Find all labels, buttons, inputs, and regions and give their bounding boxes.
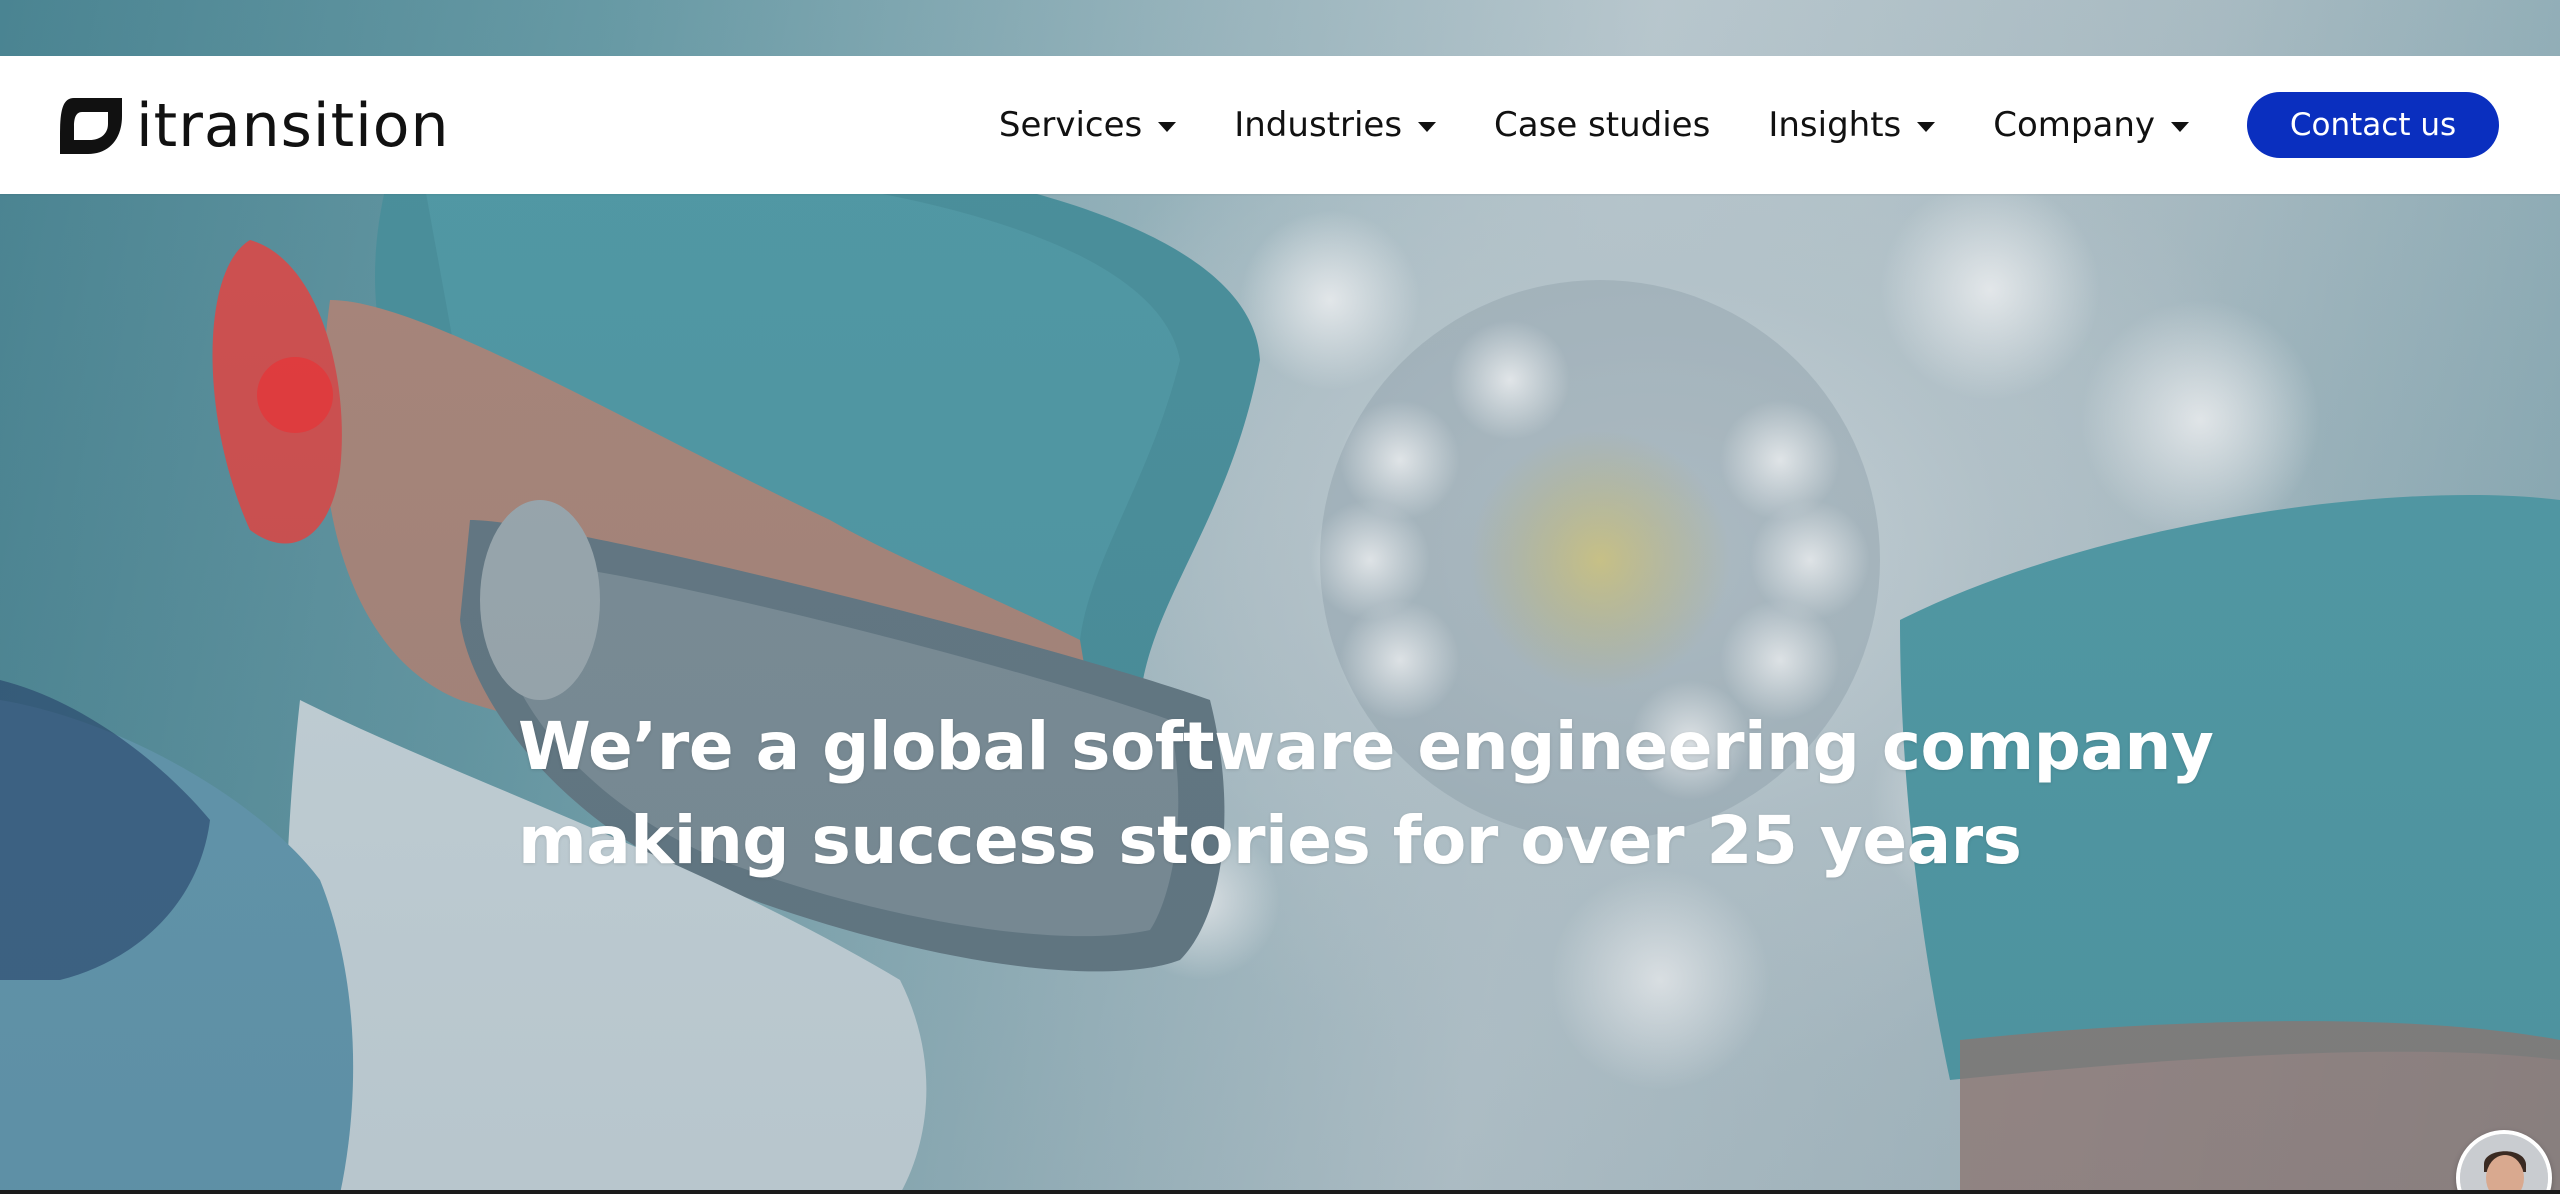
caret-down-icon <box>2171 122 2189 132</box>
caret-down-icon <box>1158 122 1177 132</box>
hero-headline-line-1: We’re a global software engineering comp… <box>518 708 2214 785</box>
nav-item-case-studies[interactable]: Case studies <box>1494 105 1710 145</box>
nav-item-industries[interactable]: Industries <box>1234 105 1437 145</box>
caret-down-icon <box>1917 122 1936 132</box>
main-navigation: Services Industries Case studies Insight… <box>999 56 2560 194</box>
hero-headline-line-2: making success stories for over 25 years <box>518 802 2022 879</box>
nav-item-company[interactable]: Company <box>1993 105 2189 145</box>
nav-item-services[interactable]: Services <box>998 105 1177 145</box>
logo-wordmark: itransition <box>136 91 450 161</box>
nav-item-insights[interactable]: Insights <box>1768 105 1936 145</box>
nav-item-label: Case studies <box>1494 105 1711 145</box>
page-bottom-edge <box>0 1190 2560 1194</box>
hero-headline: We’re a global software engineering comp… <box>518 700 2218 888</box>
nav-item-label: Industries <box>1234 105 1403 145</box>
nav-item-label: Services <box>998 105 1143 145</box>
site-header: itransition Services Industries Case stu… <box>0 56 2560 194</box>
nav-item-label: Insights <box>1768 105 1902 145</box>
avatar-face-icon <box>2460 1134 2548 1194</box>
caret-down-icon <box>1418 122 1437 132</box>
itransition-logo-icon <box>60 98 122 154</box>
contact-us-button[interactable]: Contact us <box>2247 92 2499 158</box>
site-logo[interactable]: itransition <box>60 91 450 161</box>
nav-item-label: Company <box>1993 105 2155 145</box>
